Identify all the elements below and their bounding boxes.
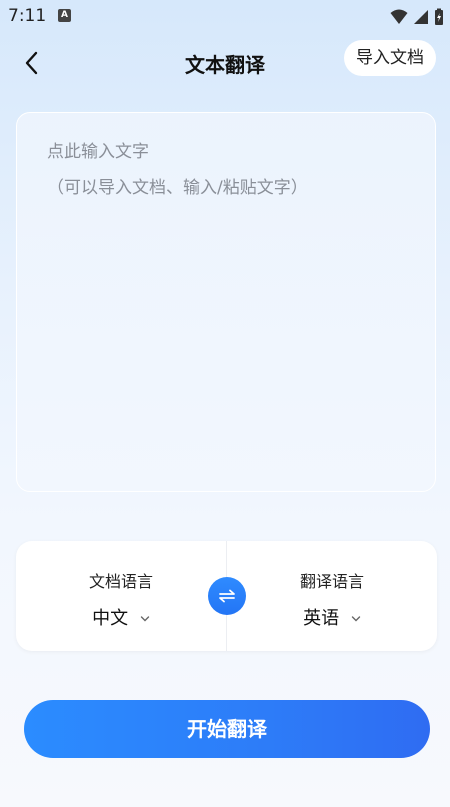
status-bar: 7:11 A xyxy=(0,0,450,32)
swap-icon xyxy=(219,589,235,603)
signal-icon xyxy=(413,9,428,24)
target-language-value: 英语 xyxy=(303,608,340,629)
start-translation-button[interactable]: 开始翻译 xyxy=(24,700,430,758)
chevron-down-icon xyxy=(351,616,361,622)
input-hint: （可以导入文档、输入/粘贴文字） xyxy=(47,178,308,198)
text-input-area[interactable]: 点此输入文字 （可以导入文档、输入/粘贴文字） xyxy=(16,112,436,492)
source-language-selector[interactable]: 文档语言 中文 xyxy=(16,541,226,651)
import-document-button[interactable]: 导入文档 xyxy=(344,40,436,76)
target-language-label: 翻译语言 xyxy=(299,572,364,591)
source-language-label: 文档语言 xyxy=(88,572,153,591)
system-icons xyxy=(390,6,444,26)
status-time: 7:11 xyxy=(8,6,47,26)
language-selector: 文档语言 中文 翻译语言 英语 xyxy=(16,541,437,651)
notification-icon: A xyxy=(58,9,71,22)
source-language-value: 中文 xyxy=(92,608,129,629)
swap-languages-button[interactable] xyxy=(208,577,246,615)
header: 文本翻译 导入文档 xyxy=(0,40,450,84)
wifi-icon xyxy=(390,9,408,24)
input-placeholder: 点此输入文字 xyxy=(47,142,149,162)
chevron-down-icon xyxy=(140,616,150,622)
target-language-selector[interactable]: 翻译语言 英语 xyxy=(227,541,437,651)
battery-icon xyxy=(435,8,443,25)
